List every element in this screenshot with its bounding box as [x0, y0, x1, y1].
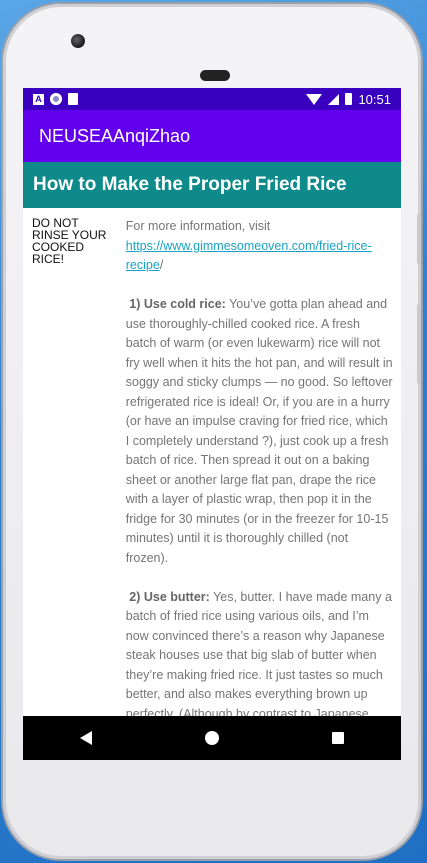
- side-note: DO NOT RINSE YOUR COOKED RICE!: [32, 216, 107, 266]
- front-camera: [71, 34, 85, 48]
- app-title: NEUSEAAnqiZhao: [39, 125, 191, 146]
- page-heading-band: How to Make the Proper Fried Rice: [23, 162, 401, 208]
- circle-icon: [50, 93, 62, 105]
- home-icon[interactable]: [204, 731, 219, 745]
- status-time: 10:51: [358, 91, 391, 107]
- status-bar: A 10:51: [23, 88, 401, 110]
- step-1-paragraph: 1) Use cold rice: You’ve gotta plan ahea…: [126, 295, 393, 568]
- earpiece-speaker: [200, 70, 230, 81]
- step-1-title: 1) Use cold rice:: [129, 297, 226, 311]
- screen: A 10:51 NEUSEAAnqiZhao How to Make the P…: [23, 88, 401, 760]
- article-body: For more information, visit https://www.…: [126, 217, 401, 744]
- article-content[interactable]: DO NOT RINSE YOUR COOKED RICE! For more …: [23, 208, 401, 744]
- page-heading: How to Make the Proper Fried Rice: [33, 174, 347, 195]
- battery-icon: [345, 93, 353, 105]
- wifi-icon: [306, 93, 323, 105]
- app-bar: NEUSEAAnqiZhao: [23, 110, 401, 162]
- step-2-title: 2) Use butter:: [129, 589, 210, 604]
- back-icon[interactable]: [79, 731, 92, 745]
- recents-icon[interactable]: [332, 732, 345, 744]
- step-1-body: You’ve gotta plan ahead and use thorough…: [125, 297, 393, 565]
- sd-card-icon: [68, 93, 78, 105]
- a-icon: A: [33, 93, 44, 105]
- power-button: [417, 214, 421, 264]
- signal-icon: [328, 93, 340, 105]
- volume-button: [417, 304, 421, 384]
- intro-paragraph: For more information, visit https://www.…: [125, 219, 372, 272]
- nav-bar: [23, 716, 401, 760]
